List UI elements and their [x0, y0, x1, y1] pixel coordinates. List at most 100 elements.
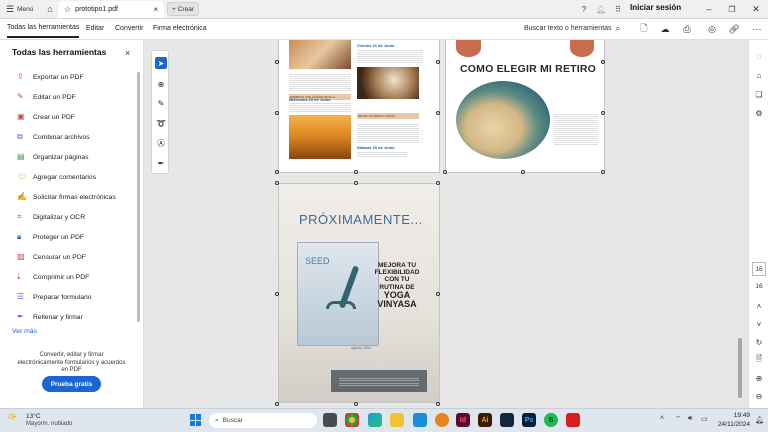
clock-date[interactable]: 24/11/2024	[712, 421, 750, 428]
chrome-icon[interactable]	[345, 413, 359, 427]
link-icon[interactable]: 🔗︎	[728, 23, 740, 35]
zoom-out-icon[interactable]: ⊖	[753, 390, 765, 402]
menu-all-tools[interactable]: Todas las herramientas	[7, 19, 80, 38]
draw-lasso-icon[interactable]: ➰	[155, 117, 167, 129]
menu-esign[interactable]: Firma electrónica	[153, 19, 207, 38]
tool-item[interactable]: ⤓ Comprimir un PDF	[17, 270, 89, 284]
resize-handle[interactable]	[443, 170, 447, 174]
tool-item[interactable]: 🔒︎ Proteger un PDF	[17, 230, 84, 244]
chevron-down-icon[interactable]: ˅	[753, 318, 765, 330]
weather-icon[interactable]: ⛅︎	[8, 413, 22, 427]
see-more-link[interactable]: Ver más	[12, 328, 37, 335]
resize-handle[interactable]	[354, 402, 358, 406]
resize-handle[interactable]	[354, 170, 358, 174]
document-tab[interactable]: ☆ prototipo1.pdf ×	[58, 1, 164, 18]
panel-scrollbar[interactable]	[137, 72, 140, 322]
copy-icon[interactable]: ❏	[753, 88, 765, 100]
page-thumbnail-2[interactable]: COMO ELEGIR MI RETIRO	[445, 40, 605, 173]
photoshop-icon[interactable]: Ps	[522, 413, 536, 427]
zoom-in-icon[interactable]: ⊕	[753, 372, 765, 384]
tool-item[interactable]: 💬︎ Agregar comentarios	[17, 170, 96, 184]
dev-tool-icon[interactable]	[500, 413, 514, 427]
notification-bell-icon[interactable]: 🔔︎	[755, 416, 764, 424]
upload-cloud-icon[interactable]: ☁︎	[659, 23, 671, 35]
resize-handle[interactable]	[436, 292, 440, 296]
edge-icon[interactable]	[368, 413, 382, 427]
tool-item[interactable]: ✎ Editar un PDF	[17, 90, 76, 104]
resize-handle[interactable]	[436, 402, 440, 406]
bell-icon[interactable]: 🔔︎	[595, 3, 607, 15]
tool-item[interactable]: ⇪ Exportar un PDF	[17, 70, 84, 84]
highlight-pen-icon[interactable]: ✎	[155, 97, 167, 109]
new-tab-button[interactable]: + Crear	[167, 2, 199, 16]
volume-icon[interactable]: 🔊︎	[688, 415, 692, 423]
sign-icon[interactable]: ✒	[155, 157, 167, 169]
battery-icon[interactable]: ▭	[701, 415, 708, 423]
zoom-icon[interactable]: ⊕	[155, 78, 167, 90]
resize-handle[interactable]	[521, 170, 525, 174]
viewer-scrollbar[interactable]	[738, 338, 742, 398]
try-free-button[interactable]: Prueba gratis	[42, 376, 101, 392]
tray-chevron-up-icon[interactable]: ˄	[660, 415, 664, 422]
save-icon[interactable]: 🗎︎	[753, 354, 765, 366]
page-number-current[interactable]: 16	[752, 262, 766, 276]
add-text-icon[interactable]: Ⓐ	[155, 137, 167, 149]
maximize-icon[interactable]: ❐	[726, 3, 738, 15]
star-icon[interactable]: ☆	[64, 5, 71, 14]
tool-item[interactable]: ▨ Censurar un PDF	[17, 250, 86, 264]
resize-handle[interactable]	[275, 181, 279, 185]
acrobat-icon[interactable]	[566, 413, 580, 427]
menu-edit[interactable]: Editar	[86, 19, 104, 38]
home-icon[interactable]: ⌂	[44, 3, 56, 15]
resize-handle[interactable]	[354, 181, 358, 185]
wifi-icon[interactable]: ⌔	[675, 415, 682, 424]
select-cursor-icon[interactable]: ➤	[155, 57, 167, 69]
tool-item[interactable]: ✍ Solicitar firmas electrónicas	[17, 190, 116, 204]
settings-icon[interactable]: ⚙	[753, 107, 765, 119]
menu-button[interactable]: ☰ Menú	[6, 4, 33, 15]
resize-handle[interactable]	[601, 170, 605, 174]
more-icon[interactable]: ⋯	[751, 23, 763, 35]
page-thumbnail-3[interactable]: PRÓXIMAMENTE... SEED MEJORA TU FLEXIBILI…	[278, 183, 440, 403]
resize-handle[interactable]	[275, 60, 279, 64]
signin-button[interactable]: Iniciar sesión	[630, 3, 681, 12]
resize-handle[interactable]	[275, 170, 279, 174]
resize-handle[interactable]	[275, 402, 279, 406]
close-panel-icon[interactable]: ×	[125, 48, 130, 58]
illustrator-icon[interactable]: Ai	[478, 413, 492, 427]
file-explorer-icon[interactable]	[390, 413, 404, 427]
menu-convert[interactable]: Convertir	[115, 19, 143, 38]
resize-handle[interactable]	[275, 292, 279, 296]
resize-handle[interactable]	[436, 60, 440, 64]
apps-grid-icon[interactable]: ⠿	[612, 3, 624, 15]
help-icon[interactable]: ?	[578, 3, 590, 15]
indesign-icon[interactable]: Id	[456, 413, 470, 427]
resize-handle[interactable]	[601, 111, 605, 115]
tool-item[interactable]: ▤ Organizar páginas	[17, 150, 89, 164]
task-view-icon[interactable]	[323, 413, 337, 427]
open-icon[interactable]: 🗋︎	[638, 23, 650, 35]
resize-handle[interactable]	[275, 111, 279, 115]
skype-icon[interactable]	[413, 413, 427, 427]
resize-handle[interactable]	[601, 60, 605, 64]
search-tools[interactable]: Buscar texto o herramientas ⌕	[524, 19, 621, 38]
spotify-icon[interactable]: S	[544, 413, 558, 427]
clock-time[interactable]: 19:49	[716, 412, 750, 419]
windows-start-icon[interactable]	[190, 414, 202, 426]
close-window-icon[interactable]: ✕	[750, 3, 762, 15]
minimize-icon[interactable]: –	[703, 3, 715, 15]
comment-icon[interactable]: ◌	[753, 50, 765, 62]
tool-item[interactable]: ⌗ Digitalizar y OCR	[17, 210, 85, 224]
tool-item[interactable]: ☰ Preparar formulario	[17, 290, 92, 304]
refresh-icon[interactable]: ↻	[753, 336, 765, 348]
tool-item[interactable]: ▣ Crear un PDF	[17, 110, 75, 124]
tool-item[interactable]: ⧉ Combinar archivos	[17, 130, 90, 144]
resize-handle[interactable]	[436, 181, 440, 185]
resize-handle[interactable]	[436, 111, 440, 115]
blender-icon[interactable]	[435, 413, 449, 427]
tool-item[interactable]: ✒ Rellenar y firmar	[17, 310, 83, 324]
document-viewer[interactable]: ➤ ⊕ ✎ ➰ Ⓐ ✒ Viernes 21 de Junio BOMBEOS …	[144, 40, 749, 408]
ai-assistant-icon[interactable]: ◎	[706, 23, 718, 35]
taskbar-search[interactable]: ⌕ Buscar	[209, 413, 317, 428]
print-icon[interactable]: ⎙	[681, 23, 693, 35]
